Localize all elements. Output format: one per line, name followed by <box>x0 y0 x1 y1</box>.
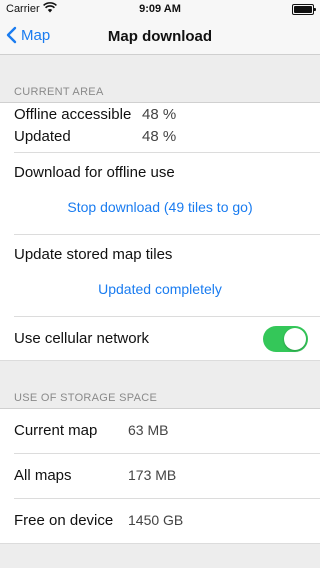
navigation-bar: Map Map download <box>0 20 320 55</box>
section-header-current-area: CURRENT AREA <box>0 55 320 103</box>
storage-row: Free on device 1450 GB <box>0 499 320 544</box>
storage-row-value: 173 MB <box>128 467 177 483</box>
storage-row-label: Free on device <box>14 512 114 529</box>
section-header-label: CURRENT AREA <box>14 86 104 98</box>
storage-row-value: 63 MB <box>128 422 169 438</box>
current-area-group: Offline accessible 48 % Updated 48 % Dow… <box>0 103 320 361</box>
cellular-label: Use cellular network <box>14 330 150 347</box>
page-title: Map download <box>107 28 213 45</box>
toggle-knob <box>284 328 306 350</box>
offline-status-cell: Offline accessible 48 % Updated 48 % <box>14 103 320 153</box>
updated-value: 48 % <box>142 128 177 145</box>
download-cell: Download for offline use Stop download (… <box>14 153 320 235</box>
storage-row-value: 1450 GB <box>128 512 184 528</box>
updated-completely-button[interactable]: Updated completely <box>0 281 320 297</box>
storage-row-label: Current map <box>14 422 98 439</box>
storage-group: Current map 63 MB All maps 173 MB Free o… <box>0 409 320 544</box>
cellular-cell: Use cellular network <box>0 317 320 361</box>
update-label: Update stored map tiles <box>14 246 173 263</box>
clock: 9:09 AM <box>139 3 181 15</box>
storage-row: All maps 173 MB <box>14 454 320 499</box>
updated-label: Updated <box>14 128 71 145</box>
stop-download-button[interactable]: Stop download (49 tiles to go) <box>0 199 320 215</box>
offline-accessible-value: 48 % <box>142 106 177 123</box>
battery-icon <box>292 4 316 15</box>
cellular-toggle[interactable] <box>263 326 308 352</box>
section-header-storage: USE OF STORAGE SPACE <box>0 361 320 409</box>
update-cell: Update stored map tiles Updated complete… <box>14 235 320 317</box>
storage-row-label: All maps <box>14 467 72 484</box>
storage-row: Current map 63 MB <box>14 409 320 454</box>
section-header-label: USE OF STORAGE SPACE <box>14 392 158 404</box>
status-bar: Carrier 9:09 AM <box>0 0 320 20</box>
download-label: Download for offline use <box>14 164 175 181</box>
offline-accessible-label: Offline accessible <box>14 106 132 123</box>
